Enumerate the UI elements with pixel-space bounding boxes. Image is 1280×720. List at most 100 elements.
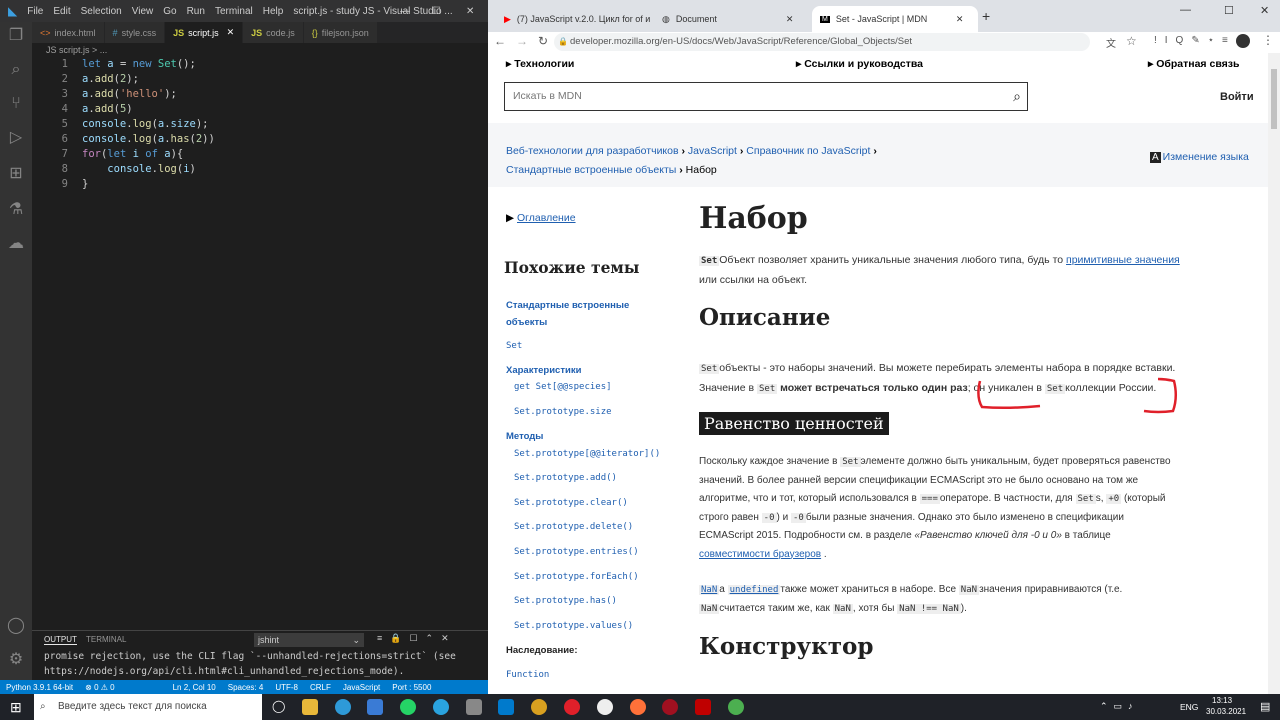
sidebar-properties-heading[interactable]: Характеристики: [506, 365, 581, 376]
minimize-icon[interactable]: —: [1180, 4, 1191, 16]
maximize-icon[interactable]: ☐: [432, 6, 441, 17]
camera-icon[interactable]: [466, 699, 482, 715]
menu-selection[interactable]: Selection: [81, 6, 122, 17]
tab-code-js[interactable]: JS code.js: [243, 22, 304, 43]
page-scrollbar[interactable]: [1268, 53, 1280, 694]
tab-filejson[interactable]: {} filejson.json: [303, 22, 378, 43]
firefox-icon[interactable]: [630, 699, 646, 715]
docker-icon[interactable]: ☁: [6, 234, 26, 254]
app-icon[interactable]: [531, 699, 547, 715]
breadcrumb-item[interactable]: JavaScript: [688, 145, 737, 157]
status-language[interactable]: JavaScript: [343, 683, 380, 692]
browser-compat-link[interactable]: совместимости браузеров: [699, 549, 821, 560]
menu-file[interactable]: File: [27, 6, 43, 17]
explorer-icon[interactable]: ❐: [6, 26, 26, 46]
filezilla-icon[interactable]: [695, 699, 711, 715]
menu-view[interactable]: View: [132, 6, 154, 17]
taskbar-search-input[interactable]: ⌕ Введите здесь текст для поиска: [34, 694, 262, 720]
sidebar-link[interactable]: Set.prototype.entries(): [514, 547, 639, 557]
status-encoding[interactable]: UTF-8: [275, 683, 298, 692]
menu-help[interactable]: Help: [263, 6, 284, 17]
status-spaces[interactable]: Spaces: 4: [228, 683, 264, 692]
sidebar-link[interactable]: get Set[@@species]: [514, 382, 612, 392]
tab-output[interactable]: OUTPUT: [44, 635, 77, 645]
breadcrumb[interactable]: JS script.js > ...: [32, 43, 488, 57]
new-tab-icon[interactable]: +: [982, 8, 990, 24]
maximize-icon[interactable]: ☐: [1224, 4, 1234, 17]
sidebar-link[interactable]: Set.prototype.values(): [514, 621, 633, 631]
toc-toggle[interactable]: ▶ Оглавление: [506, 212, 576, 224]
run-debug-icon[interactable]: ▷: [6, 128, 26, 148]
login-link[interactable]: Войти: [1220, 91, 1254, 103]
sidebar-std-objects[interactable]: Стандартные встроенные объекты: [506, 297, 646, 331]
sidebar-link[interactable]: Set.prototype[@@iterator](): [514, 449, 660, 459]
menu-terminal[interactable]: Terminal: [215, 6, 253, 17]
telegram-icon[interactable]: [433, 699, 449, 715]
account-icon[interactable]: ◯: [6, 616, 26, 636]
language-indicator[interactable]: ENG: [1180, 702, 1198, 712]
clock-date[interactable]: 30.03.2021: [1206, 707, 1246, 716]
close-icon[interactable]: ✕: [1260, 4, 1269, 17]
sidebar-link[interactable]: Set.prototype.forEach(): [514, 572, 639, 582]
search-icon[interactable]: ⌕: [1013, 83, 1021, 109]
breadcrumb-item[interactable]: Стандартные встроенные объекты: [506, 164, 676, 176]
scrollbar-thumb[interactable]: [1271, 69, 1277, 129]
close-icon[interactable]: ✕: [466, 6, 474, 17]
status-python[interactable]: Python 3.9.1 64-bit: [6, 683, 73, 692]
browser-tab-youtube[interactable]: ▶(7) JavaScript v.2.0. Цикл for of и✕: [496, 6, 652, 32]
reload-icon[interactable]: ↻: [538, 34, 548, 48]
tab-index-html[interactable]: <> index.html: [32, 22, 105, 43]
windows-start-icon[interactable]: ⊞: [10, 699, 22, 716]
sidebar-link[interactable]: Set.prototype.size: [514, 407, 612, 417]
forward-icon[interactable]: →: [516, 34, 528, 48]
opera-icon[interactable]: [564, 699, 580, 715]
nan-link[interactable]: NaN: [699, 585, 720, 595]
profile-avatar[interactable]: [1236, 34, 1250, 48]
whatsapp-icon[interactable]: [400, 699, 416, 715]
sidebar-link[interactable]: Set.prototype.has(): [514, 596, 617, 606]
browser-tab-document[interactable]: ◍ Document ✕: [654, 6, 810, 32]
breadcrumb-item[interactable]: Справочник по JavaScript: [746, 145, 870, 157]
panel-toolbar-icons[interactable]: ≡🔒☐⌃✕: [377, 633, 457, 644]
minimize-icon[interactable]: —: [400, 6, 410, 17]
tray-icons[interactable]: ⌃▭♪: [1100, 701, 1139, 712]
source-control-icon[interactable]: ⑂: [6, 94, 26, 114]
extension-icons[interactable]: ǃIQ✎⋆≡: [1154, 35, 1236, 46]
code-editor[interactable]: 1 2 3 4 5 6 7 8 9 let a = new Set(); a.a…: [32, 58, 488, 628]
change-language-link[interactable]: A Изменение языка: [1150, 151, 1249, 163]
primitive-values-link[interactable]: примитивные значения: [1066, 254, 1180, 266]
vscode-taskbar-icon[interactable]: [498, 699, 514, 715]
sidebar-set[interactable]: Set: [506, 341, 522, 351]
menu-edit[interactable]: Edit: [53, 6, 70, 17]
sidebar-link[interactable]: Set.prototype.delete(): [514, 522, 633, 532]
close-tab-icon[interactable]: ✕: [786, 14, 794, 25]
task-view-icon[interactable]: ◯: [272, 699, 285, 713]
store-icon[interactable]: [367, 699, 383, 715]
sidebar-methods-heading[interactable]: Методы: [506, 431, 543, 442]
sidebar-link[interactable]: Set.prototype.clear(): [514, 498, 628, 508]
close-tab-icon[interactable]: ✕: [227, 27, 235, 38]
yandex-icon[interactable]: [597, 699, 613, 715]
undefined-link[interactable]: undefined: [727, 585, 781, 595]
file-explorer-icon[interactable]: [302, 699, 318, 715]
translate-icon[interactable]: 文: [1106, 35, 1116, 50]
notification-icon[interactable]: ▤: [1260, 700, 1270, 713]
settings-gear-icon[interactable]: ⚙: [6, 650, 26, 670]
nav-references[interactable]: ▸ Ссылки и руководства: [796, 58, 923, 70]
browser-tab-mdn[interactable]: M Set - JavaScript | MDN ✕: [812, 6, 978, 32]
status-port[interactable]: Port : 5500: [392, 683, 431, 692]
url-input[interactable]: 🔒 developer.mozilla.org/en-US/docs/Web/Ja…: [554, 33, 1090, 51]
search-icon[interactable]: ⌕: [6, 60, 26, 80]
edge-icon[interactable]: [335, 699, 351, 715]
testing-icon[interactable]: ⚗: [6, 200, 26, 220]
menu-kebab-icon[interactable]: ⋮: [1262, 33, 1274, 47]
back-icon[interactable]: ←: [494, 34, 506, 48]
status-problems[interactable]: ⊗ 0 ⚠ 0: [85, 683, 114, 692]
tab-script-js[interactable]: JS script.js ✕: [165, 22, 244, 43]
status-eol[interactable]: CRLF: [310, 683, 331, 692]
sidebar-link[interactable]: Function: [506, 670, 549, 680]
sidebar-link[interactable]: Set.prototype.add(): [514, 473, 617, 483]
status-position[interactable]: Ln 2, Col 10: [173, 683, 216, 692]
bookmark-star-icon[interactable]: ☆: [1126, 34, 1137, 48]
tab-terminal[interactable]: TERMINAL: [86, 635, 126, 644]
